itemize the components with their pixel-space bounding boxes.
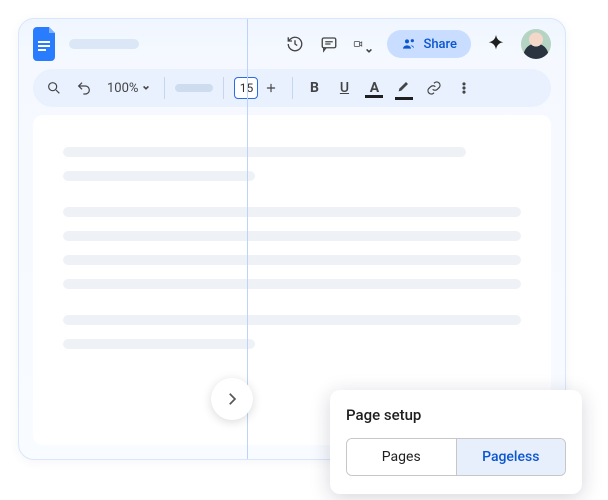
toolbar-divider <box>292 77 293 99</box>
undo-icon[interactable] <box>73 76 95 100</box>
page-setup-segmented: Pages Pageless <box>346 438 566 476</box>
text-skeleton <box>63 279 521 289</box>
share-button[interactable]: Share <box>387 30 471 58</box>
gemini-sparkle-icon[interactable] <box>485 33 507 55</box>
doc-title-placeholder[interactable] <box>69 39 139 49</box>
pages-option[interactable]: Pages <box>347 439 456 475</box>
caret-down-icon <box>142 81 150 96</box>
expand-arrow-button[interactable] <box>211 378 253 420</box>
text-color-button[interactable]: A <box>363 80 385 96</box>
text-skeleton <box>63 315 521 325</box>
account-avatar[interactable] <box>521 29 551 59</box>
text-skeleton <box>63 147 466 157</box>
comment-icon[interactable] <box>319 34 339 54</box>
toolbar-divider <box>223 77 224 99</box>
zoom-dropdown[interactable]: 100% <box>103 81 154 96</box>
underline-button[interactable]: U <box>333 80 355 96</box>
meet-button[interactable] <box>353 34 373 54</box>
font-size-control: 15 <box>234 76 282 100</box>
insert-link-button[interactable] <box>423 76 445 100</box>
history-icon[interactable] <box>285 34 305 54</box>
toolbar-divider <box>164 77 165 99</box>
title-bar: Share <box>19 19 565 69</box>
popup-title: Page setup <box>346 406 566 424</box>
text-skeleton <box>63 171 255 181</box>
text-skeleton <box>63 231 521 241</box>
search-icon[interactable] <box>43 76 65 100</box>
docs-logo-icon[interactable] <box>33 27 59 61</box>
people-icon <box>401 36 417 52</box>
text-skeleton <box>63 255 521 265</box>
font-family-placeholder[interactable] <box>175 84 213 92</box>
text-skeleton <box>63 207 521 217</box>
text-skeleton <box>63 339 255 349</box>
share-label: Share <box>423 37 457 52</box>
topbar-actions: Share <box>285 29 551 59</box>
formatting-toolbar: 100% 15 B U A <box>33 69 551 107</box>
increase-font-size[interactable] <box>260 76 282 100</box>
bold-button[interactable]: B <box>303 80 325 96</box>
pageless-option[interactable]: Pageless <box>456 439 566 475</box>
font-size-input[interactable]: 15 <box>234 77 258 99</box>
zoom-value: 100% <box>107 81 138 96</box>
page-setup-popup: Page setup Pages Pageless <box>330 390 582 494</box>
more-options-button[interactable] <box>453 76 475 100</box>
highlight-button[interactable] <box>393 78 415 98</box>
caret-down-icon <box>365 40 373 48</box>
